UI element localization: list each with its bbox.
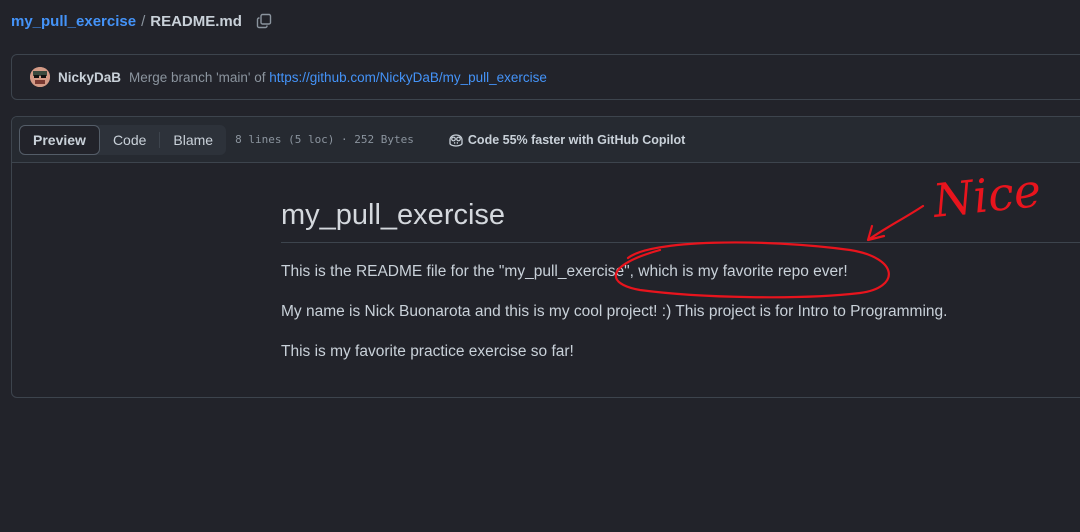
- breadcrumb-separator: /: [141, 12, 146, 30]
- readme-paragraph: This is the README file for the "my_pull…: [281, 263, 848, 280]
- copilot-icon: [449, 133, 463, 147]
- readme-paragraph: This is my favorite practice exercise so…: [281, 343, 574, 360]
- file-meta: 8 lines (5 loc) · 252 Bytes: [235, 133, 414, 146]
- commit-message: Merge branch 'main' of: [129, 69, 266, 85]
- tab-blame[interactable]: Blame: [160, 125, 226, 155]
- copy-icon: [256, 13, 272, 29]
- copy-path-button[interactable]: [255, 12, 273, 30]
- readme-content: my_pull_exercise This is the README file…: [281, 199, 1080, 381]
- breadcrumb-repo-link[interactable]: my_pull_exercise: [11, 13, 136, 30]
- breadcrumb-file-name: README.md: [150, 12, 242, 30]
- copilot-promo-link[interactable]: Code 55% faster with GitHub Copilot: [448, 133, 685, 147]
- copilot-promo-text: Code 55% faster with GitHub Copilot: [467, 132, 686, 147]
- readme-title: my_pull_exercise: [281, 199, 1080, 243]
- commit-author[interactable]: NickyDaB: [58, 70, 121, 85]
- readme-paragraph: My name is Nick Buonarota and this is my…: [281, 303, 948, 320]
- view-mode-toggle: Preview Code Blame: [19, 124, 227, 155]
- file-header: Preview Code Blame 8 lines (5 loc) · 252…: [12, 117, 1080, 163]
- tab-code[interactable]: Code: [100, 125, 159, 155]
- commit-link[interactable]: https://github.com/NickyDaB/my_pull_exer…: [269, 70, 547, 85]
- avatar[interactable]: [30, 67, 50, 87]
- file-view: Preview Code Blame 8 lines (5 loc) · 252…: [11, 116, 1080, 398]
- breadcrumb: my_pull_exercise / README.md: [11, 12, 273, 30]
- latest-commit-bar: NickyDaB Merge branch 'main' of https://…: [11, 54, 1080, 100]
- tab-preview[interactable]: Preview: [19, 124, 100, 155]
